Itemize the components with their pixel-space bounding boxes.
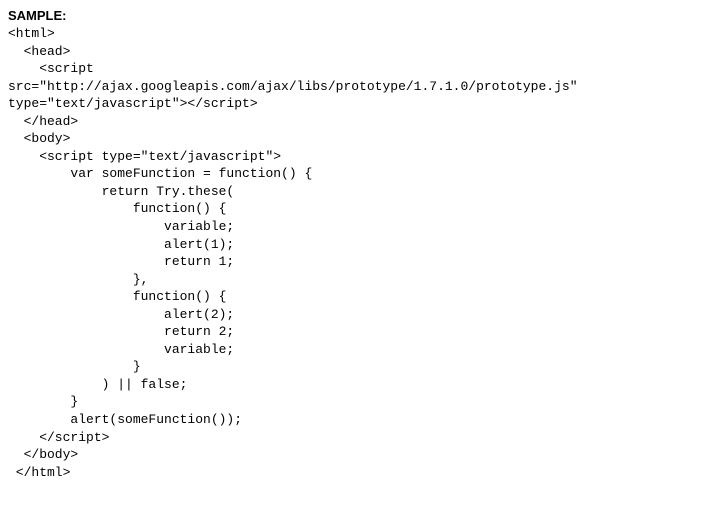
sample-heading: SAMPLE: <box>8 8 705 23</box>
code-block: <html> <head> <script src="http://ajax.g… <box>8 25 705 481</box>
